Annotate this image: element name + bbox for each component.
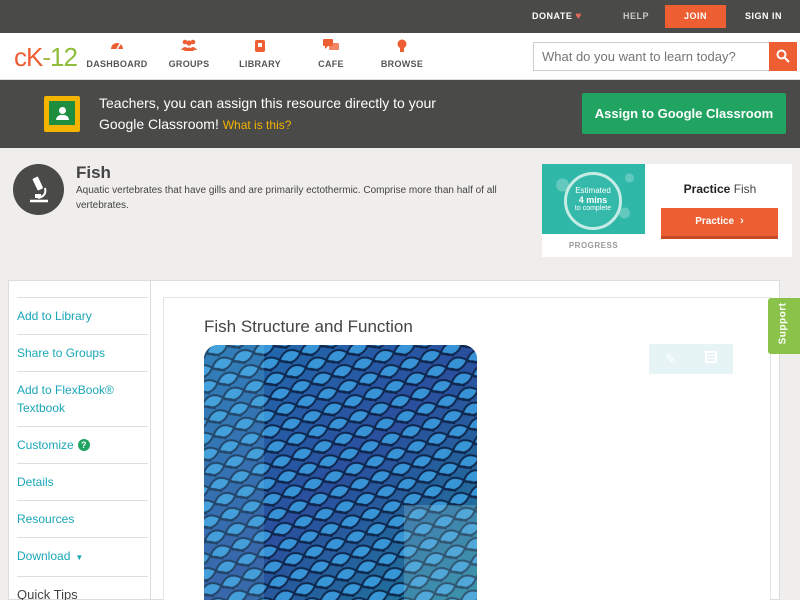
practice-card: Estimated 4 mins to complete PROGRESS Pr… [542, 164, 792, 257]
library-icon [225, 39, 295, 55]
progress-graphic[interactable]: Estimated 4 mins to complete [542, 164, 645, 234]
lesson-toolbar: ✎ [649, 344, 733, 374]
sidebar: Add to Library Share to Groups Add to Fl… [8, 280, 150, 600]
quick-tips-heading: Quick Tips [17, 576, 148, 600]
help-icon[interactable]: ? [77, 439, 90, 451]
nav-groups[interactable]: GROUPS [154, 39, 224, 69]
lesson-title: Fish Structure and Function [204, 317, 413, 336]
customize-link[interactable]: Customize? [17, 426, 148, 463]
nav-label: BROWSE [380, 59, 424, 69]
donate-link[interactable]: DONATE ♥ [532, 0, 582, 33]
concept-description: Aquatic vertebrates that have gills and … [76, 185, 497, 211]
add-to-flexbook-link[interactable]: Add to FlexBook® Textbook [17, 371, 148, 426]
main-nav: cK-12 DASHBOARD GROUPS LIBRARY CAFE BROW… [0, 33, 800, 80]
chevron-right-icon: › [740, 215, 744, 227]
progress-circle: Estimated 4 mins to complete [564, 172, 622, 230]
estimated-minutes: 4 mins [578, 195, 608, 205]
dashboard-icon [82, 39, 152, 55]
google-classroom-icon [44, 96, 80, 132]
help-link[interactable]: HELP [623, 0, 649, 33]
practice-heading-topic: Fish [733, 182, 757, 196]
caret-down-icon: ▼ [75, 553, 84, 562]
microscope-icon [13, 164, 64, 215]
nav-library[interactable]: LIBRARY [225, 39, 295, 69]
progress-label: PROGRESS [568, 241, 619, 250]
download-dropdown[interactable]: Download ▼ [17, 537, 148, 576]
practice-button-label: Practice [695, 216, 735, 227]
resources-link[interactable]: Resources [17, 500, 148, 537]
groups-icon [154, 39, 224, 55]
practice-heading: Practice Fish [660, 182, 780, 196]
customize-label: Customize [17, 438, 74, 452]
search-input[interactable] [533, 42, 770, 71]
lightbulb-icon [367, 39, 437, 55]
join-button[interactable]: JOIN [665, 5, 726, 28]
content-area: Fish Structure and Function ✎ [150, 280, 780, 600]
cafe-icon [296, 39, 366, 55]
sign-in-link[interactable]: SIGN IN [745, 0, 782, 33]
ck12-logo[interactable]: cK-12 [14, 42, 78, 73]
support-label: Support [777, 302, 789, 345]
search-button[interactable] [769, 42, 797, 71]
estimated-label: Estimated [575, 186, 611, 195]
search-icon [776, 49, 790, 63]
share-to-groups-link[interactable]: Share to Groups [17, 334, 148, 371]
heart-icon: ♥ [575, 11, 582, 22]
to-complete-label: to complete [574, 205, 612, 212]
pencil-icon[interactable]: ✎ [663, 350, 679, 368]
nav-label: LIBRARY [239, 59, 281, 69]
add-to-library-link[interactable]: Add to Library [17, 297, 148, 334]
nav-dashboard[interactable]: DASHBOARD [82, 39, 152, 69]
fish-scales-image [204, 345, 477, 600]
notes-icon[interactable] [703, 350, 719, 368]
nav-label: GROUPS [168, 59, 210, 69]
nav-cafe[interactable]: CAFE [296, 39, 366, 69]
practice-button[interactable]: Practice › [661, 208, 778, 239]
nav-label: DASHBOARD [86, 59, 148, 69]
nav-browse[interactable]: BROWSE [367, 39, 437, 69]
practice-heading-bold: Practice [683, 182, 731, 196]
details-link[interactable]: Details [17, 463, 148, 500]
assign-to-google-classroom-button[interactable]: Assign to Google Classroom [582, 93, 786, 134]
nav-label: CAFE [318, 59, 344, 69]
banner-text: Teachers, you can assign this resource d… [99, 93, 459, 136]
download-label: Download [17, 549, 71, 563]
concept-title: Fish [76, 163, 111, 182]
support-tab[interactable]: Support [768, 298, 800, 354]
lesson-card: Fish Structure and Function ✎ [163, 297, 771, 600]
top-bar: DONATE ♥ HELP JOIN SIGN IN [0, 0, 800, 33]
what-is-this-link[interactable]: What is this? [223, 118, 292, 132]
sidebar-list: Add to Library Share to Groups Add to Fl… [17, 297, 148, 600]
